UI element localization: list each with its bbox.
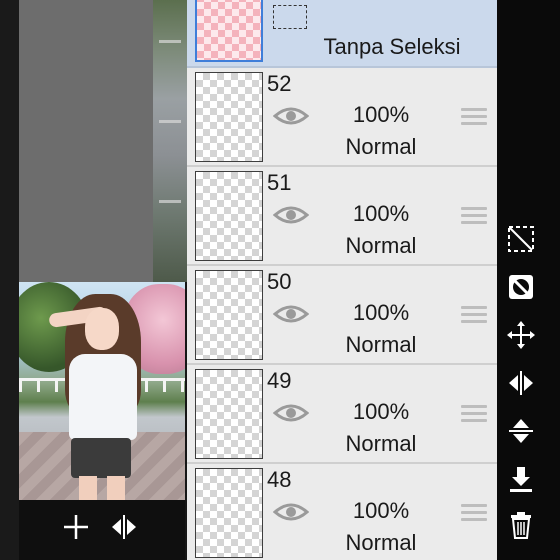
canvas-background	[19, 0, 153, 282]
eye-icon[interactable]	[273, 104, 309, 128]
eye-icon[interactable]	[273, 302, 309, 326]
layer-row[interactable]: 51 100% Normal	[187, 167, 497, 266]
layers-panel: Tanpa Seleksi 52 100% Normal 51 100% Nor…	[187, 0, 497, 560]
flip-vertical-icon[interactable]	[504, 414, 538, 448]
drag-handle-icon[interactable]	[461, 504, 487, 522]
reference-photo	[19, 282, 185, 500]
invert-selection-icon[interactable]	[504, 270, 538, 304]
left-edge-strip	[0, 0, 19, 560]
layer-opacity[interactable]: 100%	[335, 399, 427, 425]
layer-row[interactable]: 48 100% Normal	[187, 464, 497, 560]
layer-number: 49	[267, 368, 292, 393]
photo-character-shorts	[71, 438, 131, 478]
photo-toolbar	[19, 500, 185, 560]
layer-opacity[interactable]: 100%	[335, 498, 427, 524]
flip-horizontal-icon[interactable]	[504, 366, 538, 400]
layer-number: 51	[267, 170, 292, 195]
layer-blend-mode[interactable]: Normal	[327, 530, 435, 556]
layer-row[interactable]: 49 100% Normal	[187, 365, 497, 464]
delete-icon[interactable]	[504, 508, 538, 542]
canvas-scene-preview	[153, 0, 187, 282]
tool-strip	[497, 0, 560, 560]
layer-opacity[interactable]: 100%	[335, 102, 427, 128]
layer-thumbnail[interactable]	[195, 270, 263, 360]
move-icon[interactable]	[504, 318, 538, 352]
selection-layer-row[interactable]: Tanpa Seleksi	[187, 0, 497, 68]
layer-blend-mode[interactable]: Normal	[327, 431, 435, 457]
merge-down-icon[interactable]	[504, 462, 538, 496]
layer-thumbnail[interactable]	[195, 171, 263, 261]
clear-selection-icon[interactable]	[504, 222, 538, 256]
layer-opacity[interactable]: 100%	[335, 300, 427, 326]
canvas-area[interactable]	[19, 0, 187, 560]
eye-icon[interactable]	[273, 203, 309, 227]
drag-handle-icon[interactable]	[461, 108, 487, 126]
photo-character-shirt	[69, 354, 137, 440]
layer-thumbnail[interactable]	[195, 468, 263, 558]
layer-number: 52	[267, 71, 292, 96]
selection-thumbnail[interactable]	[195, 0, 263, 62]
photo-character-legs	[79, 476, 125, 500]
add-icon[interactable]	[61, 512, 91, 542]
layer-number: 48	[267, 467, 292, 492]
layer-thumbnail[interactable]	[195, 72, 263, 162]
layer-thumbnail[interactable]	[195, 369, 263, 459]
layer-row[interactable]: 50 100% Normal	[187, 266, 497, 365]
layer-row[interactable]: 52 100% Normal	[187, 68, 497, 167]
layer-blend-mode[interactable]: Normal	[327, 332, 435, 358]
layer-opacity[interactable]: 100%	[335, 201, 427, 227]
flip-horizontal-icon[interactable]	[109, 512, 139, 542]
eye-icon[interactable]	[273, 401, 309, 425]
layer-blend-mode[interactable]: Normal	[327, 233, 435, 259]
drag-handle-icon[interactable]	[461, 306, 487, 324]
eye-icon[interactable]	[273, 500, 309, 524]
selection-dashed-box-icon	[273, 5, 307, 29]
drag-handle-icon[interactable]	[461, 405, 487, 423]
layer-number: 50	[267, 269, 292, 294]
selection-label: Tanpa Seleksi	[323, 34, 461, 59]
drag-handle-icon[interactable]	[461, 207, 487, 225]
layer-blend-mode[interactable]: Normal	[327, 134, 435, 160]
photo-character-face	[85, 308, 119, 350]
